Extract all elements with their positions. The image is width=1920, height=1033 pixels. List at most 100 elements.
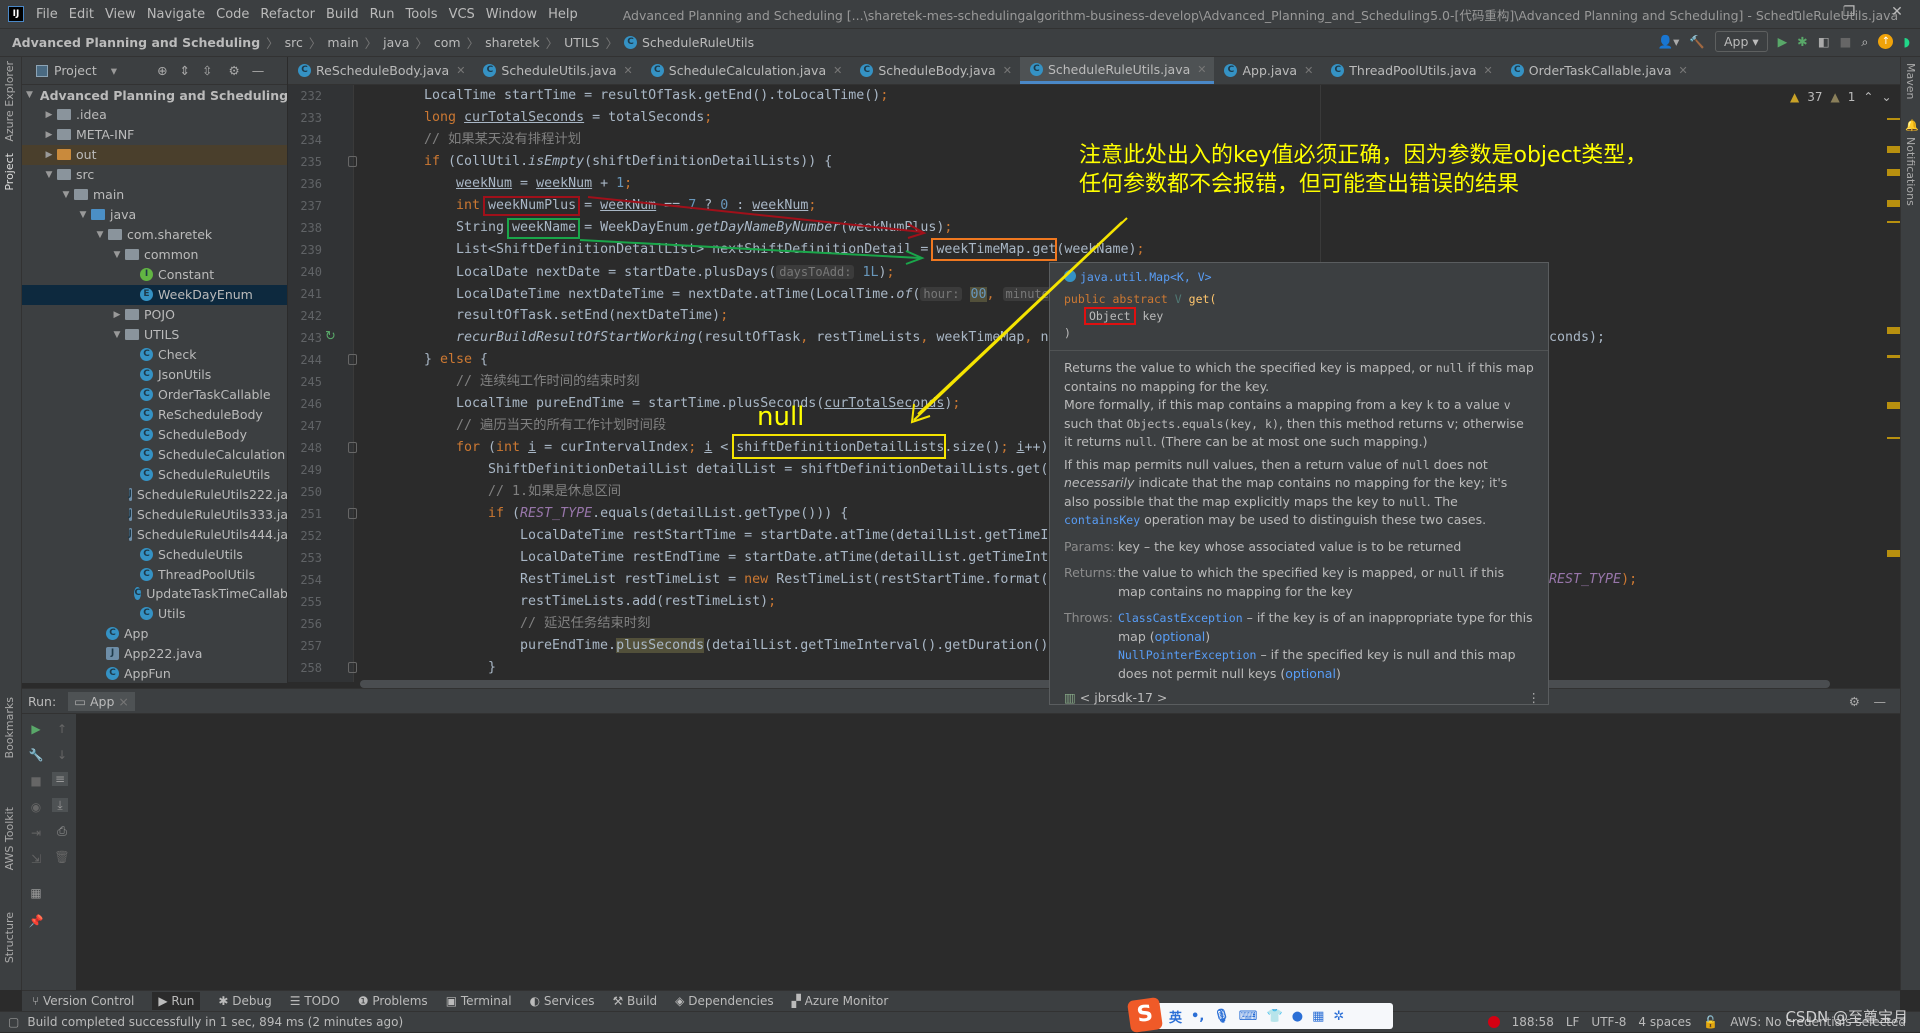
tree-item[interactable]: J ScheduleRuleUtils444.ja [22, 524, 287, 544]
tool-run[interactable]: ▶ Run [152, 992, 201, 1010]
locate-icon[interactable]: ⊕ [157, 63, 167, 78]
skin-icon[interactable]: 👕 [1267, 1009, 1283, 1024]
editor-tab[interactable]: C ScheduleCalculation.java ✕ [641, 57, 851, 84]
menu-edit[interactable]: Edit [69, 7, 94, 22]
tree-item[interactable]: C ReScheduleBody [22, 404, 287, 424]
scroll-to-end-icon[interactable]: ⤓ [52, 798, 68, 812]
param-type-object[interactable]: Object [1084, 307, 1136, 325]
tool-todo[interactable]: ☰ TODO [290, 994, 340, 1008]
tool-version-control[interactable]: ⑂ Version Control [32, 994, 134, 1008]
error-stripe-mark[interactable] [1887, 221, 1900, 223]
update-icon[interactable]: ↑ [1878, 34, 1894, 49]
restore-button[interactable]: ❐ [1834, 4, 1864, 20]
run-config-select[interactable]: App ▾ [1714, 31, 1768, 52]
error-stripe-mark[interactable] [1887, 355, 1900, 358]
chevron-right-icon[interactable]: ▶ [43, 130, 55, 140]
tree-item[interactable]: C ScheduleCalculation [22, 444, 287, 464]
tool-azure-monitor[interactable]: ▞ Azure Monitor [792, 994, 889, 1008]
tree-item[interactable]: ▼ main [22, 185, 287, 205]
tree-item[interactable]: C Utils [22, 604, 287, 624]
tree-item[interactable]: J ScheduleRuleUtils333.ja [22, 504, 287, 524]
hide-icon[interactable]: — [1874, 694, 1887, 709]
tool-services[interactable]: ◐ Services [530, 994, 595, 1008]
close-tab-icon[interactable]: ✕ [456, 64, 465, 77]
close-tab-icon[interactable]: ✕ [833, 64, 842, 77]
tree-item[interactable]: C ScheduleUtils [22, 544, 287, 564]
owner-link[interactable]: java.util.Map<K, V> [1080, 270, 1212, 284]
previous-highlight-icon[interactable]: ⌃ [1863, 90, 1873, 104]
ime-language-toggle[interactable]: 英 [1169, 1007, 1182, 1026]
chevron-down-icon[interactable]: ▼ [60, 190, 72, 200]
chevron-down-icon[interactable]: ▼ [111, 330, 123, 340]
tree-item[interactable]: I Constant [22, 265, 287, 285]
editor-tab[interactable]: C ScheduleBody.java ✕ [850, 57, 1020, 84]
coverage-icon[interactable]: ◧ [1818, 34, 1830, 49]
chevron-right-icon[interactable]: ▶ [43, 110, 55, 120]
menu-window[interactable]: Window [486, 7, 537, 22]
tree-item[interactable]: C AppFun [22, 664, 287, 683]
down-icon[interactable]: ↓ [54, 748, 70, 762]
editor-tab[interactable]: C App.java ✕ [1214, 57, 1321, 84]
error-stripe-mark[interactable] [1887, 146, 1900, 153]
tree-item[interactable]: J App222.java [22, 644, 287, 664]
lock-icon[interactable]: 🔓 [1703, 1015, 1718, 1029]
close-tab-icon[interactable]: ✕ [1484, 64, 1493, 77]
up-icon[interactable]: ↑ [54, 722, 70, 736]
containskey-link[interactable]: containsKey [1064, 513, 1140, 527]
next-highlight-icon[interactable]: ⌄ [1881, 90, 1891, 104]
error-stripe-mark[interactable] [1887, 437, 1900, 439]
tree-item[interactable]: ▶ META-INF [22, 125, 287, 145]
breadcrumb-sharetek[interactable]: sharetek [485, 35, 539, 50]
line-separator[interactable]: LF [1566, 1015, 1580, 1029]
indent-setting[interactable]: 4 spaces [1638, 1015, 1691, 1029]
minimize-button[interactable]: – [1782, 4, 1812, 20]
tree-item[interactable]: C Check [22, 344, 287, 364]
sdk-label[interactable]: < jbrsdk-17 > [1080, 690, 1168, 705]
editor-tab[interactable]: C OrderTaskCallable.java ✕ [1501, 57, 1696, 84]
status-panel-icon[interactable]: ▢ [8, 1015, 19, 1029]
error-stripe-mark[interactable] [1887, 200, 1900, 207]
chevron-down-icon[interactable]: ▼ [94, 230, 106, 240]
aws-toolkit-tab[interactable]: AWS Toolkit [3, 807, 16, 870]
menu-navigate[interactable]: Navigate [147, 7, 205, 22]
structure-tool-tab[interactable]: Structure [3, 912, 16, 963]
tree-item[interactable]: J ScheduleRuleUtils222.ja [22, 484, 287, 504]
build-hammer-icon[interactable]: 🔨 [1689, 34, 1705, 50]
tree-item[interactable]: ▶ .idea [22, 105, 287, 125]
apps-icon[interactable]: ▦ [1312, 1009, 1324, 1024]
error-stripe-mark[interactable] [1887, 550, 1900, 557]
tree-item[interactable]: C OrderTaskCallable [22, 384, 287, 404]
exit-icon[interactable]: ⇲ [28, 852, 44, 866]
inspection-widget[interactable]: ▲ 37 ▲ 1 ⌃ ⌄ [1790, 90, 1892, 104]
pin-icon[interactable]: 📌 [28, 914, 44, 928]
tool-terminal[interactable]: ▣ Terminal [446, 994, 512, 1008]
menu-file[interactable]: File [36, 7, 58, 22]
rerun-icon[interactable]: ▶ [28, 722, 44, 736]
maven-tool-tab[interactable]: Maven [1904, 63, 1917, 99]
menu-help[interactable]: Help [548, 7, 578, 22]
tree-item[interactable]: ▼ src [22, 165, 287, 185]
tree-item[interactable]: C ScheduleRuleUtils [22, 464, 287, 484]
notifications-tool-tab[interactable]: Notifications [1904, 137, 1917, 206]
breadcrumb-main[interactable]: main [327, 35, 358, 50]
stop-icon[interactable]: ■ [1840, 34, 1852, 49]
breadcrumb-src[interactable]: src [285, 35, 303, 50]
debug-icon[interactable]: ✱ [1797, 34, 1807, 49]
tree-item[interactable]: ▼ com.sharetek [22, 225, 287, 245]
tool-build[interactable]: ⚒ Build [612, 994, 657, 1008]
error-stripe-mark[interactable] [1887, 402, 1900, 409]
menu-refactor[interactable]: Refactor [260, 7, 315, 22]
stop-icon[interactable]: ■ [28, 774, 44, 788]
tree-item[interactable]: E WeekDayEnum [22, 284, 287, 305]
close-tab-icon[interactable]: ✕ [1679, 64, 1688, 77]
error-stripe-mark[interactable] [1887, 118, 1900, 120]
menu-code[interactable]: Code [216, 7, 249, 22]
microphone-icon[interactable]: 🎙 [1213, 1009, 1230, 1024]
run-icon[interactable]: ▶ [1778, 34, 1788, 49]
chevron-down-icon[interactable]: ▼ [26, 90, 33, 100]
tree-item[interactable]: ▼Advanced Planning and SchedulingD [22, 85, 287, 105]
tree-item[interactable]: ▼ java [22, 205, 287, 225]
menu-view[interactable]: View [105, 7, 136, 22]
optional-link[interactable]: optional [1285, 666, 1336, 681]
project-view-select[interactable]: Project [54, 63, 97, 78]
